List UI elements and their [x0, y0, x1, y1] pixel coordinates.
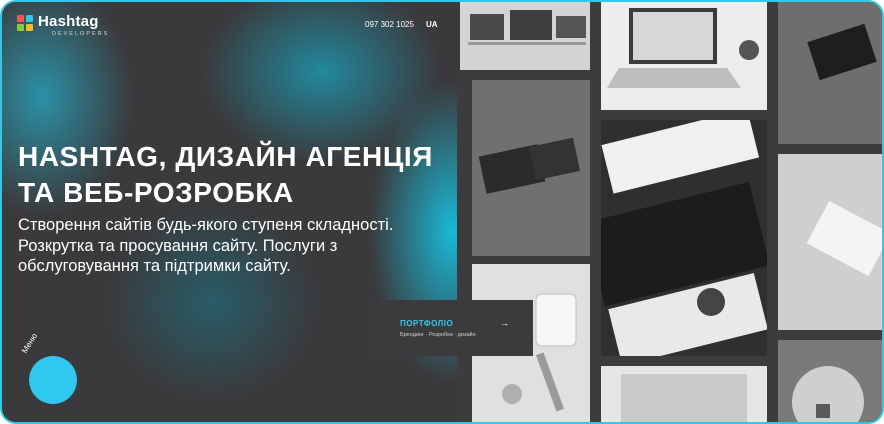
portfolio-tags: Брендинг · Розробка · дизайн [400, 332, 476, 338]
brand-tagline: DEVELOPERS [52, 31, 110, 37]
portfolio-image-9 [778, 340, 882, 422]
arrow-right-icon[interactable]: → [500, 318, 509, 328]
portfolio-image-7 [778, 2, 882, 144]
portfolio-image-1 [460, 2, 590, 70]
portfolio-title[interactable]: ПОРТФОЛІО [400, 319, 453, 328]
brand-name: Hashtag [38, 13, 99, 30]
laptop-mockup-image [460, 2, 590, 70]
language-switcher[interactable]: UA [426, 20, 438, 29]
brand-logo[interactable]: Hashtag DEVELOPERS [17, 14, 109, 38]
menu-label: Меню [20, 331, 40, 355]
hero-section: Hashtag DEVELOPERS 097 302 1025 UA HASHT… [2, 2, 457, 422]
portfolio-card[interactable]: ПОРТФОЛІО → Брендинг · Розробка · дизайн [368, 300, 533, 356]
hero-subtitle: Створення сайтів будь-якого ступеня скла… [18, 216, 394, 275]
menu-button[interactable] [29, 356, 77, 404]
portfolio-image-6 [601, 366, 767, 422]
portfolio-image-5 [601, 120, 767, 356]
portfolio-image-2 [472, 80, 590, 256]
portfolio-image-8 [778, 154, 882, 330]
hashtag-logo-icon [17, 15, 33, 31]
phone-link[interactable]: 097 302 1025 [365, 20, 414, 29]
hero-title: HASHTAG, ДИЗАЙН АГЕНЦІЯ ТА ВЕБ-РОЗРОБКА [18, 141, 434, 208]
portfolio-image-4 [601, 2, 767, 110]
page-frame: Hashtag DEVELOPERS 097 302 1025 UA HASHT… [0, 0, 884, 424]
